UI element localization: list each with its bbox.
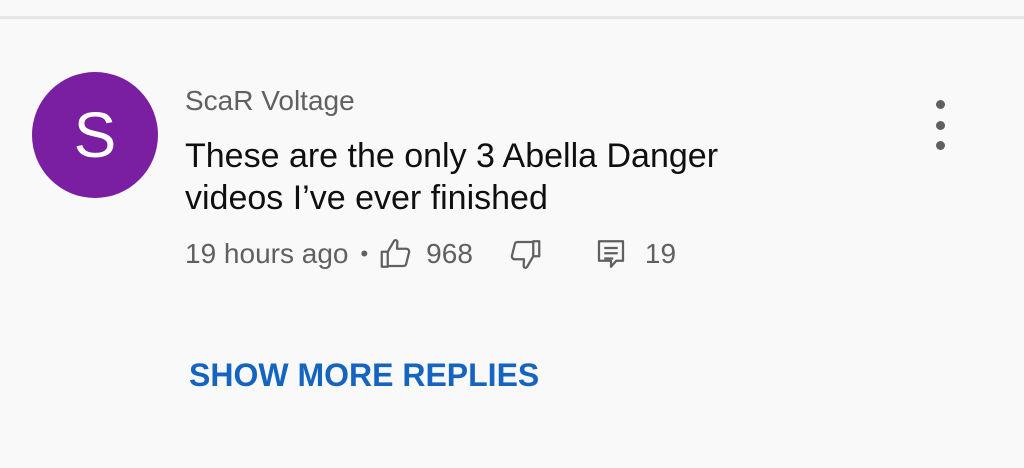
comment-text: These are the only 3 Abella Danger video… xyxy=(185,137,719,217)
top-divider xyxy=(0,16,1024,19)
thumbs-up-icon[interactable] xyxy=(378,236,414,272)
menu-dot xyxy=(935,141,945,150)
meta-separator: • xyxy=(360,241,369,266)
like-count: 968 xyxy=(426,238,473,269)
comment-timestamp: 19 hours ago xyxy=(185,238,349,269)
comment-icon[interactable] xyxy=(593,236,629,272)
comment-meta: 19 hours ago • 968 19 xyxy=(185,232,676,276)
more-vertical-icon[interactable] xyxy=(924,100,956,150)
show-more-replies-button[interactable]: SHOW MORE REPLIES xyxy=(189,357,539,394)
comment-author[interactable]: ScaR Voltage xyxy=(185,84,355,118)
avatar[interactable]: S xyxy=(32,72,158,198)
menu-dot xyxy=(935,120,945,130)
avatar-letter: S xyxy=(73,99,117,171)
reply-count: 19 xyxy=(644,238,677,269)
thumbs-down-icon[interactable] xyxy=(507,236,543,272)
menu-dot xyxy=(935,100,945,109)
